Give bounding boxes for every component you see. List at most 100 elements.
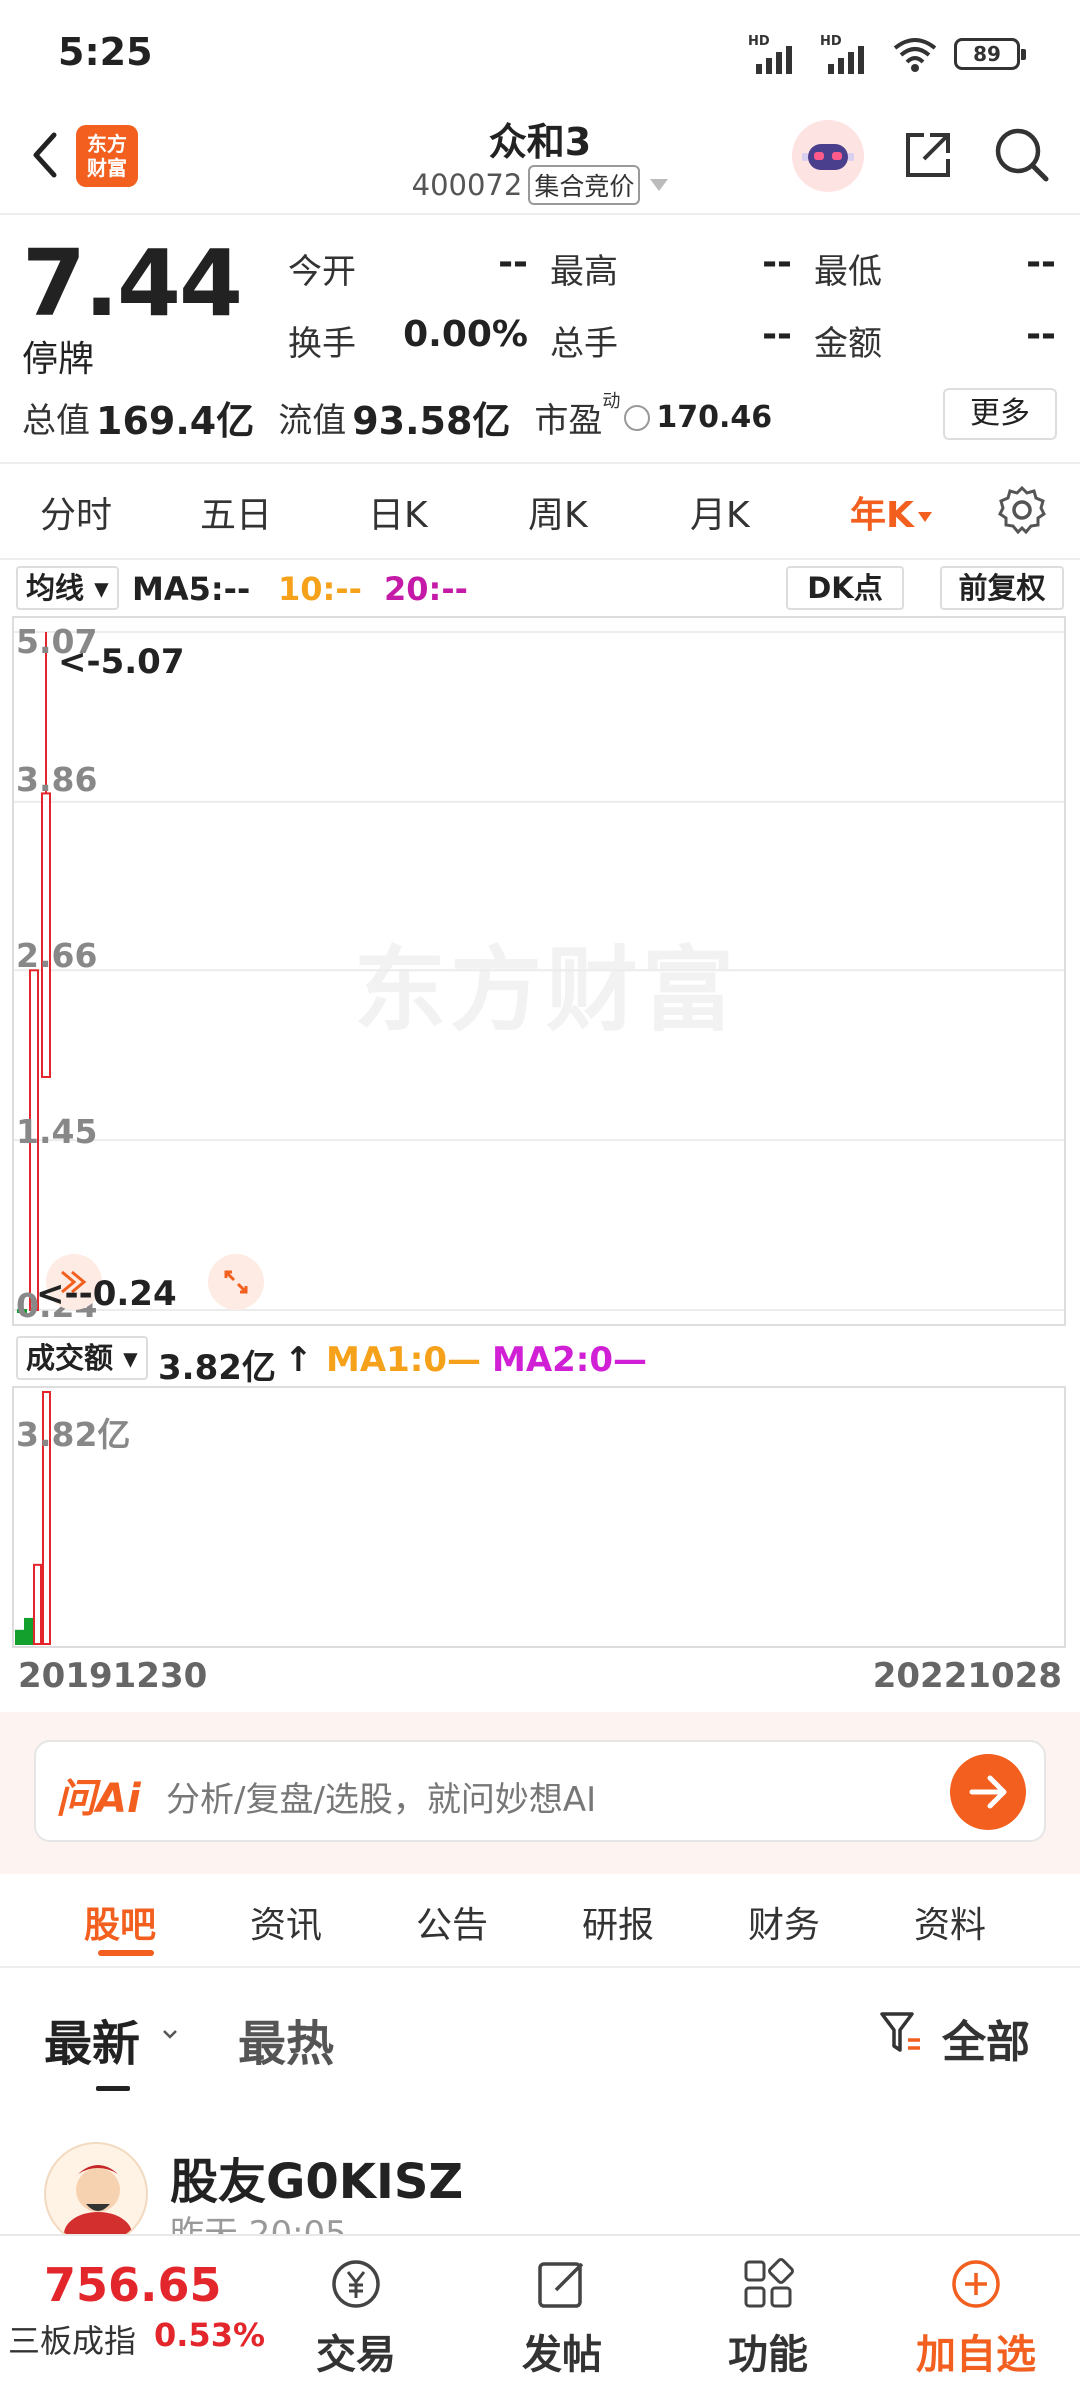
ma5-value: MA5:-- bbox=[132, 570, 251, 608]
search-icon[interactable] bbox=[990, 123, 1054, 187]
index-percent: 0.53% bbox=[154, 2316, 266, 2354]
tab-profile[interactable]: 资料 bbox=[914, 1896, 986, 1948]
grid-icon bbox=[744, 2258, 794, 2308]
filter-label[interactable]: 全部 bbox=[942, 2006, 1030, 2070]
functions-button[interactable]: 功能 bbox=[698, 2246, 838, 2386]
sort-row: 最新 最热 全部 bbox=[0, 1968, 1080, 2091]
market-row: 总值 169.4亿 流值 93.58亿 市盈 动 170.46 bbox=[22, 390, 772, 445]
stock-code: 400072 bbox=[411, 168, 523, 202]
max-price-annotation: <-5.07 bbox=[58, 642, 185, 682]
ai-submit-button[interactable] bbox=[950, 1754, 1026, 1830]
chevron-down-icon bbox=[163, 2030, 177, 2039]
wifi-icon bbox=[893, 38, 937, 72]
signal-icon: HD bbox=[748, 34, 804, 74]
volume-value: 3.82亿 bbox=[158, 1348, 276, 1388]
float-value: 93.58亿 bbox=[352, 399, 511, 443]
high-label: 最高 bbox=[550, 252, 618, 292]
expand-icon[interactable] bbox=[208, 1254, 264, 1310]
post-item[interactable]: 股友G0KISZ 昨天 20:05 bbox=[0, 2134, 1080, 2234]
section-tabs: 股吧 资讯 公告 研报 财务 资料 bbox=[0, 1874, 1080, 1968]
index-value[interactable]: 756.65 bbox=[44, 2258, 222, 2312]
volume-arrow: ↑ bbox=[284, 1340, 313, 1380]
yuan-icon bbox=[332, 2260, 380, 2308]
sort-hottest[interactable]: 最热 bbox=[238, 2004, 334, 2074]
x-start-date: 20191230 bbox=[18, 1656, 208, 1696]
functions-label: 功能 bbox=[728, 2332, 808, 2378]
low-label: 最低 bbox=[814, 252, 882, 292]
volume-label: 总手 bbox=[550, 324, 618, 364]
quote-panel: 7.44 停牌 今开 -- 最高 -- 最低 -- 换手 0.00% 总手 --… bbox=[0, 220, 1080, 460]
share-icon[interactable] bbox=[898, 125, 958, 185]
robot-icon[interactable] bbox=[792, 120, 864, 192]
volume-select[interactable]: 成交额 ▾ bbox=[16, 1336, 148, 1380]
add-watchlist-button[interactable]: 加自选 bbox=[906, 2246, 1046, 2386]
float-label: 流值 bbox=[278, 401, 347, 441]
ma20-value: 20:-- bbox=[384, 570, 468, 608]
tab-timeshare[interactable]: 分时 bbox=[40, 486, 112, 538]
status-icons: HD HD 89 bbox=[748, 32, 1026, 76]
high-value: -- bbox=[762, 242, 792, 283]
pe-label: 市盈 bbox=[534, 401, 603, 441]
open-value: -- bbox=[498, 242, 528, 283]
pe-value: 170.46 bbox=[656, 400, 773, 435]
y-tick-label: 1.45 bbox=[16, 1112, 98, 1151]
volume-bar bbox=[15, 1629, 24, 1646]
volume-max-label: 3.82亿 bbox=[16, 1415, 131, 1454]
tab-five-day[interactable]: 五日 bbox=[200, 486, 272, 538]
index-name[interactable]: 三板成指 bbox=[8, 2316, 136, 2362]
filter-icon[interactable] bbox=[878, 2008, 924, 2058]
turnover-label: 换手 bbox=[288, 324, 356, 364]
tab-announcements[interactable]: 公告 bbox=[416, 1896, 488, 1948]
ai-input[interactable]: 问Ai 分析/复盘/选股，就问妙想AI bbox=[34, 1740, 1046, 1842]
trade-button[interactable]: 交易 bbox=[286, 2246, 426, 2386]
amount-label: 金额 bbox=[814, 324, 882, 364]
ma2-value: MA2:0— bbox=[492, 1340, 648, 1380]
adjust-button[interactable]: 前复权 bbox=[940, 566, 1064, 610]
more-button[interactable]: 更多 bbox=[943, 388, 1057, 440]
tab-day-k[interactable]: 日K bbox=[368, 486, 428, 538]
tab-month-k[interactable]: 月K bbox=[690, 486, 750, 538]
info-dots-icon[interactable] bbox=[624, 404, 651, 431]
tab-guba[interactable]: 股吧 bbox=[84, 1896, 156, 1948]
gear-icon[interactable] bbox=[996, 484, 1048, 536]
avatar[interactable] bbox=[44, 2142, 148, 2234]
sort-newest[interactable]: 最新 bbox=[44, 2004, 140, 2074]
caret-down-icon bbox=[917, 512, 932, 522]
ai-strip: 问Ai 分析/复盘/选股，就问妙想AI bbox=[0, 1712, 1080, 1874]
tab-finance[interactable]: 财务 bbox=[748, 1896, 820, 1948]
tab-news[interactable]: 资讯 bbox=[250, 1896, 322, 1948]
tab-year-k-label: 年K bbox=[850, 495, 914, 536]
post-button[interactable]: 发帖 bbox=[492, 2246, 632, 2386]
volume-value: -- bbox=[762, 314, 792, 355]
volume-select-label: 成交额 bbox=[26, 1341, 114, 1375]
ai-logo: 问Ai bbox=[56, 1776, 141, 1822]
open-label: 今开 bbox=[288, 252, 356, 292]
ma-select[interactable]: 均线 ▾ bbox=[16, 566, 119, 610]
volume-chart[interactable]: 3.82亿 bbox=[12, 1386, 1066, 1648]
x-end-date: 20221028 bbox=[872, 1656, 1062, 1696]
sort-underline bbox=[96, 2086, 130, 2091]
y-tick-label: 3.86 bbox=[16, 760, 98, 799]
add-watchlist-label: 加自选 bbox=[916, 2332, 1036, 2378]
mcap-value: 169.4亿 bbox=[96, 399, 255, 443]
ma-indicator-bar: 均线 ▾ MA5:-- 10:-- 20:-- DK点 前复权 bbox=[0, 562, 1080, 616]
kline-svg bbox=[14, 631, 1064, 1316]
ma-select-label: 均线 bbox=[26, 571, 85, 605]
pe-dynamic-mark: 动 bbox=[602, 390, 621, 412]
tab-week-k[interactable]: 周K bbox=[528, 486, 588, 538]
post-username[interactable]: 股友G0KISZ bbox=[170, 2142, 463, 2212]
kline-chart[interactable]: 东方财富 5.07 3.86 2.66 1.45 0.24 <-5.07 <--… bbox=[12, 616, 1066, 1326]
tab-year-k[interactable]: 年K bbox=[850, 486, 932, 538]
volume-bar bbox=[33, 1563, 42, 1645]
dk-point-button[interactable]: DK点 bbox=[786, 566, 904, 610]
status-bar: 5:25 HD HD 89 bbox=[0, 0, 1080, 105]
nav-bar: 东方 财富 众和3 400072 集合竞价 bbox=[0, 105, 1080, 215]
amount-value: -- bbox=[1026, 314, 1056, 355]
plus-circle-icon bbox=[952, 2260, 1000, 2308]
volume-svg bbox=[15, 1391, 51, 1646]
battery-icon: 89 bbox=[954, 38, 1026, 70]
caret-down-icon bbox=[650, 179, 669, 191]
active-tab-indicator bbox=[98, 1950, 154, 1956]
halt-status: 停牌 bbox=[22, 339, 95, 380]
tab-research[interactable]: 研报 bbox=[582, 1896, 654, 1948]
